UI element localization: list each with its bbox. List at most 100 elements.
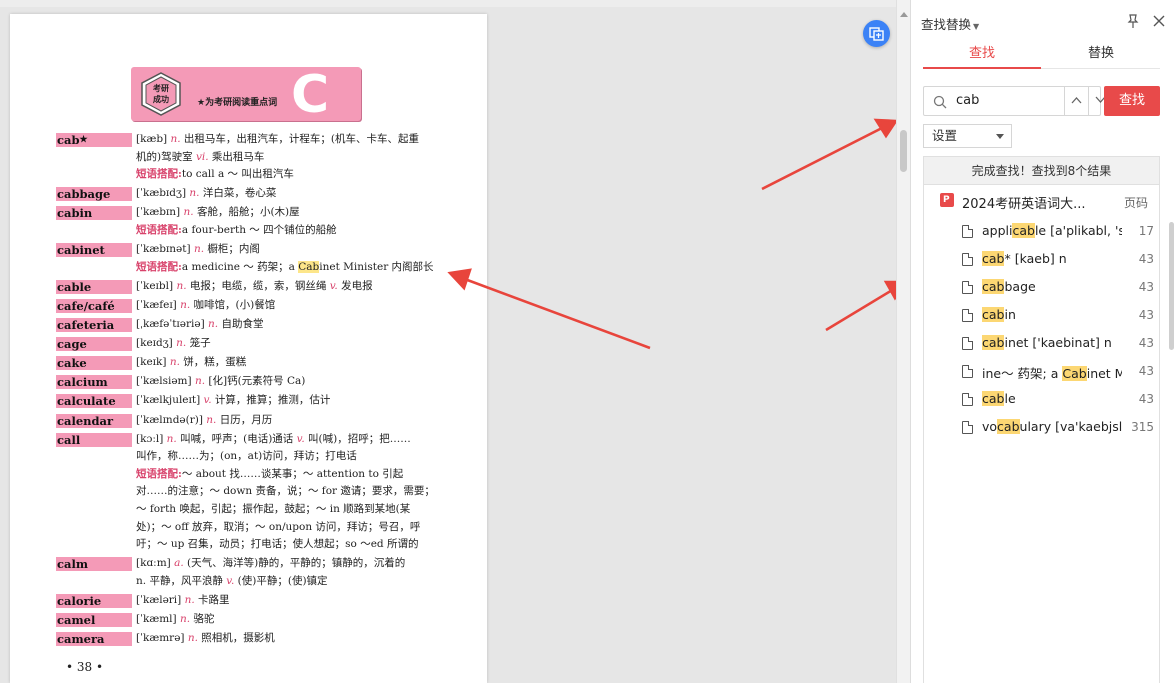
definition-line: [keɪk] n. 饼，糕，蛋糕 [136,356,247,369]
definition-line: [ˈkælkjuleɪt] v. 计算，推算；推测，估计 [136,394,331,407]
result-item[interactable]: applicable [a'plikabl, 'se 17 [924,218,1161,246]
search-input[interactable] [956,93,1056,108]
definition-line: [keɪdʒ] n. 笼子 [136,337,211,350]
definition-line: [kæb] n. 出租马车，出租汽车，计程车；(机车、卡车、起重 [136,133,420,145]
definition-line: 短语搭配:～ about 找……谈某事；～ attention to 引起 [136,467,404,480]
pin-icon[interactable] [1125,13,1141,29]
definition-line: 对……的注意；～ down 责备，说；～ for 邀请；要求，需要； [136,485,435,498]
chevron-up-icon [1071,97,1082,104]
headword: cab★ [56,133,132,147]
result-snippet: cabbage [982,279,1036,294]
page-icon [962,393,973,406]
page-icon [962,309,973,322]
headword: calcium [56,375,132,390]
caret-down-icon [996,134,1004,139]
definition-line: [ˈkeɪbl] n. 电报；电缆，缆，索，钢丝绳 v. 发电报 [136,279,373,292]
result-item[interactable]: cabinet ['kaebinat] n 43 [924,330,1161,358]
result-item[interactable]: ine～ 药架; a Cabinet M 43 [924,358,1161,386]
document-page: 考研 成功 ★为考研阅读重点词 C cab★ [kæb] n. 出租马车，出租汽车… [10,14,487,683]
page-number: • 38 • [66,660,104,674]
result-snippet: cab* [kaeb] n [982,251,1067,266]
definition-line: [ˈkæfeɪ] n. 咖啡馆，(小)餐馆 [136,298,276,311]
definition-line: 短语搭配:a medicine ～ 药架；a Cabinet Minister … [136,260,434,273]
results-list: 完成查找！查找到8个结果 2024考研英语词大... 页码 applicable… [923,156,1160,683]
headword: cabin [56,206,132,221]
document-viewer[interactable]: 考研 成功 ★为考研阅读重点词 C cab★ [kæb] n. 出租马车，出租汽车… [0,0,896,683]
title-caret-icon: ▼ [973,22,980,31]
viewer-top-strip [0,0,896,7]
definition-line: [ˈkæləri] n. 卡路里 [136,594,230,606]
headword: calm [56,557,132,572]
result-file-row[interactable]: 2024考研英语词大... 页码 [924,186,1161,216]
banner-letter: C [291,65,330,125]
definition-line: [ˈkæbɪn] n. 客舱，船舱；小(木)屋 [136,206,300,219]
panel-scrollbar[interactable] [1169,222,1174,350]
settings-dropdown[interactable]: 设置 [923,124,1012,148]
svg-text:考研: 考研 [153,83,169,93]
pdf-file-icon [940,193,954,207]
banner-subtitle: ★为考研阅读重点词 [197,98,278,108]
result-page-number: 17 [1138,224,1154,238]
result-snippet: vocabulary [va'kaebjslar [982,419,1122,434]
svg-text:成功: 成功 [153,94,169,104]
headword: cabinet [56,243,132,258]
result-snippet: cabinet ['kaebinat] n [982,335,1112,350]
result-status: 完成查找！查找到8个结果 [924,157,1159,185]
result-page-number: 43 [1138,336,1154,350]
definition-line: [ˈkæmrə] n. 照相机，摄影机 [136,632,275,645]
result-snippet: applicable [a'plikabl, 'se [982,223,1122,238]
result-item[interactable]: vocabulary [va'kaebjslar 315 [924,414,1161,442]
translate-icon [869,27,884,41]
panel-tabs: 查找 替换 [923,43,1160,69]
definition-line: [ˈkæml] n. 骆驼 [136,613,215,626]
previous-result-button[interactable] [1064,87,1088,115]
definition-line: [kɔːl] n. 叫喊，呼声；(电话)通话 v. 叫(喊)，招呼；把…… [136,432,411,445]
definition-line: 机的)驾驶室 vi. 乘出租马车 [136,150,265,163]
tab-replace[interactable]: 替换 [1042,43,1160,69]
page-icon [962,421,973,434]
result-item[interactable]: cable 43 [924,386,1161,414]
headword: cabbage [56,187,132,202]
result-page-number: 43 [1138,252,1154,266]
panel-title[interactable]: 查找替换 ▼ [921,14,979,33]
result-item[interactable]: cab* [kaeb] n 43 [924,246,1161,274]
definition-line: 短语搭配:a four-berth ～ 四个铺位的船舱 [136,223,337,236]
tab-find[interactable]: 查找 [923,43,1041,69]
headword: camel [56,613,132,628]
settings-label: 设置 [932,128,958,143]
document-scrollbar[interactable] [896,0,910,683]
definition-line: ～ forth 唤起，引起；振作起，鼓起；～ in 顺路到某地(某 [136,502,411,515]
floating-tool-button[interactable] [863,20,890,47]
result-item[interactable]: cabin 43 [924,302,1161,330]
definition-line: 处)；～ off 放弃，取消；～ on/upon 访问，拜访；号召，呼 [136,520,421,533]
scroll-thumb[interactable] [900,130,907,172]
find-replace-panel: 查找替换▼ 查找 替换 查找 设置 完成查找！查找到8个结果 2024考研英语词… [910,0,1176,683]
page-icon [962,225,973,238]
badge-icon: 考研 成功 [141,72,181,116]
result-item[interactable]: cabbage 43 [924,274,1161,302]
definition-line: [ˈkælɪndə(r)] n. 日历，月历 [136,413,273,426]
result-snippet: cabin [982,307,1016,322]
search-icon [933,95,947,109]
result-file-name: 2024考研英语词大... [962,197,1086,212]
panel-title-text: 查找替换 [921,17,972,32]
definition-line: [ˈkæbɪdʒ] n. 洋白菜，卷心菜 [136,187,277,200]
definition-line: [ˈkælsiəm] n. [化]钙(元素符号 Ca) [136,375,306,388]
definition-line: n. 平静，风平浪静 v. (使)平静；(使)镇定 [136,574,328,587]
definition-line: [ˌkæfəˈtɪəriə] n. 自助食堂 [136,318,264,330]
headword: calendar [56,413,132,428]
result-page-number: 43 [1138,392,1154,406]
definition-line: [kɑːm] a. (天气、海洋等)静的，平静的；镇静的，沉着的 [136,557,406,570]
result-page-number: 43 [1138,364,1154,378]
headword: cafeteria [56,318,132,332]
find-button[interactable]: 查找 [1104,86,1160,116]
definition-line: [ˈkæbɪnət] n. 橱柜；内阁 [136,243,260,256]
scroll-up-icon[interactable] [900,12,908,17]
close-icon[interactable] [1151,13,1167,29]
headword: camera [56,632,132,647]
headword: call [56,432,132,447]
result-snippet: cable [982,391,1016,406]
headword: cable [56,279,132,294]
definition-line: 叫作，称……为；(on，at)访问，拜访；打电话 [136,450,357,463]
headword: calorie [56,594,132,608]
